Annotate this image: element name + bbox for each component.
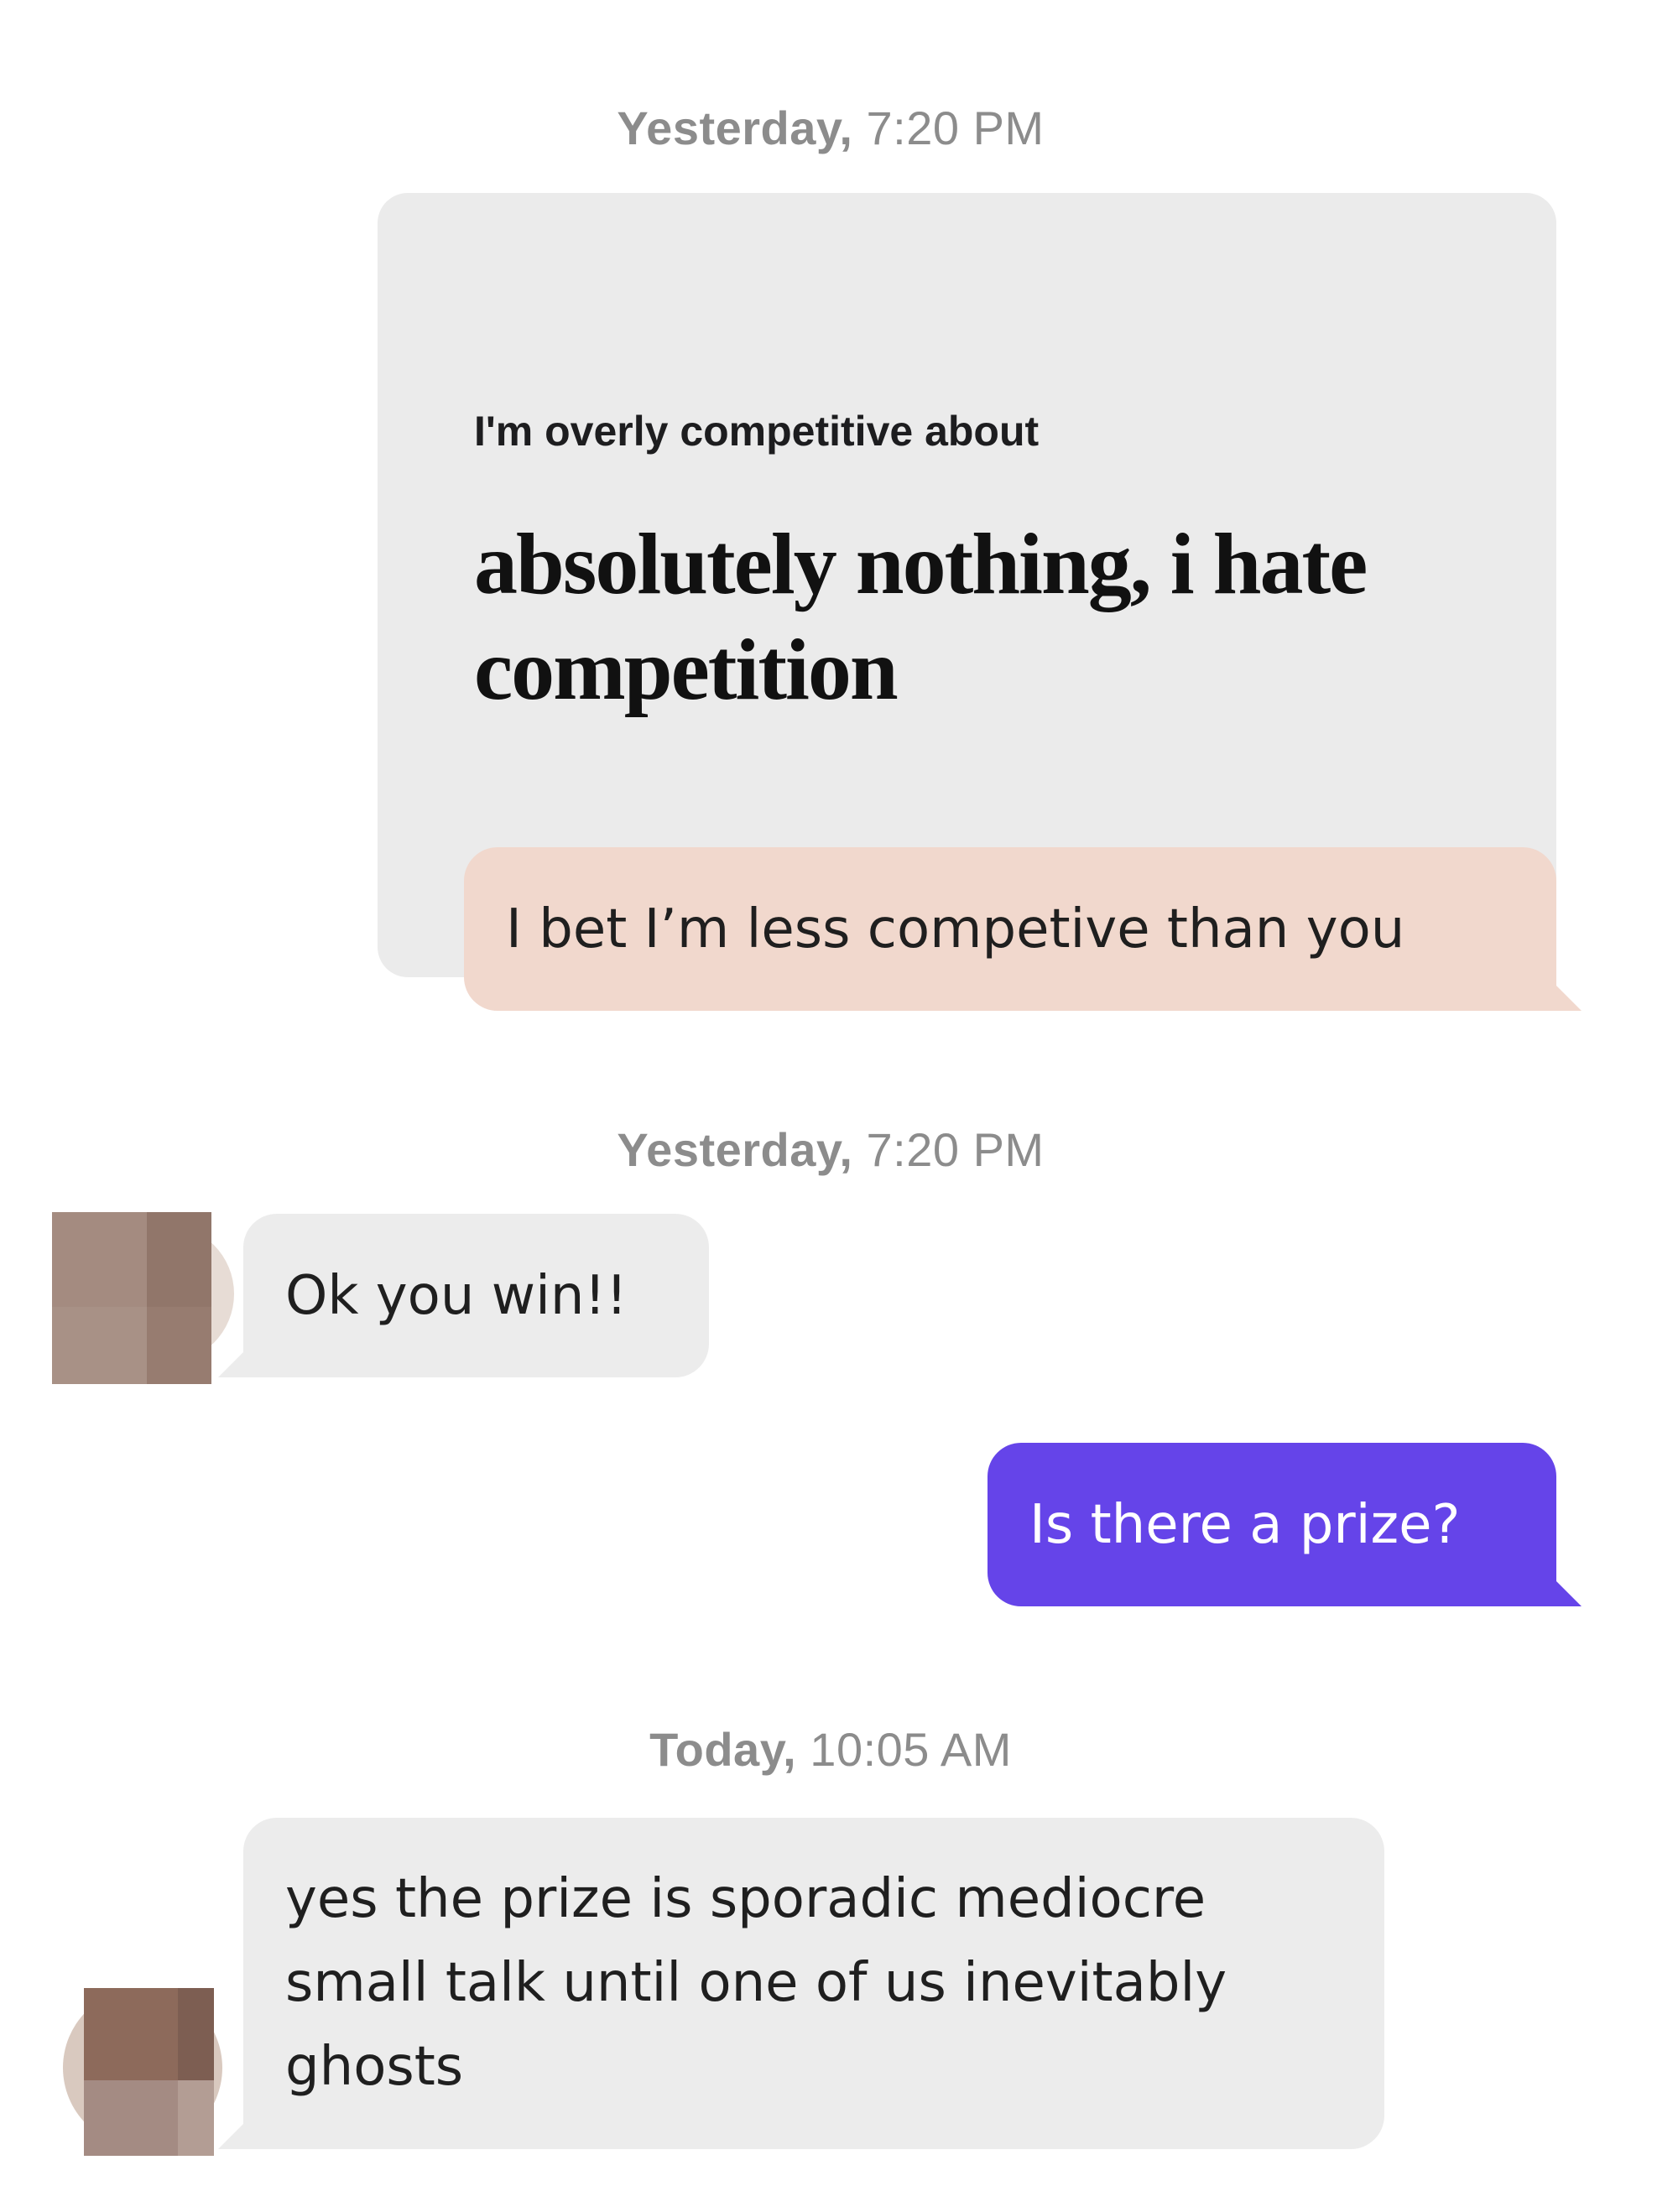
bubble-tail <box>218 2124 243 2149</box>
match-avatar[interactable] <box>52 1212 234 1384</box>
message-text: Is there a prize? <box>1029 1493 1461 1556</box>
message-timestamp: Yesterday, 7:20 PM <box>617 1123 1045 1176</box>
match-avatar[interactable] <box>63 1988 222 2156</box>
prompt-answer: absolutely nothing, i hate competition <box>474 516 1368 718</box>
message-text: Ok you win!! <box>285 1264 628 1327</box>
message-timestamp: Yesterday, 7:20 PM <box>617 101 1045 154</box>
bubble-tail <box>1556 986 1582 1011</box>
incoming-message-bubble[interactable]: Ok you win!! <box>218 1214 709 1377</box>
prompt-reply-bubble[interactable]: I bet I’m less competive than you <box>464 847 1582 1011</box>
message-text: yes the prize is sporadic mediocre small… <box>285 1868 1227 2098</box>
message-text: I bet I’m less competive than you <box>506 898 1405 960</box>
chat-screen: { "conversation": { "timestamps": [ {"da… <box>0 0 1678 2212</box>
outgoing-message-bubble[interactable]: Is there a prize? <box>988 1443 1582 1606</box>
prompt-question: I'm overly competitive about <box>474 408 1040 455</box>
bubble-tail <box>218 1352 243 1377</box>
message-timestamp: Today, 10:05 AM <box>649 1723 1012 1776</box>
incoming-message-bubble[interactable]: yes the prize is sporadic mediocre small… <box>218 1818 1384 2149</box>
bubble-tail <box>1556 1581 1582 1606</box>
